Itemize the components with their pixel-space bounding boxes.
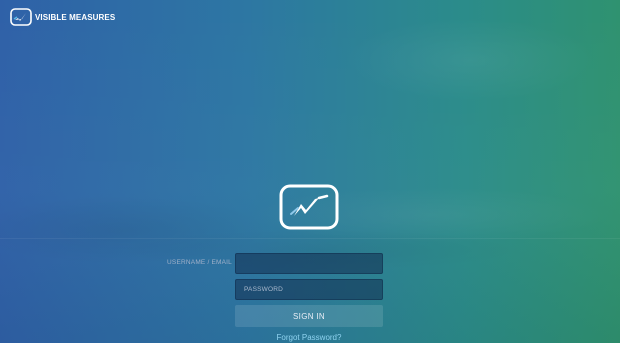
- forgot-password-link[interactable]: Forgot Password?: [235, 333, 383, 342]
- username-input[interactable]: [235, 253, 383, 274]
- brand-name: VISIBLE MEASURES: [35, 12, 116, 22]
- password-input[interactable]: [235, 279, 383, 300]
- brand-logo[interactable]: VISIBLE MEASURES: [10, 8, 115, 26]
- horizon-line: [0, 238, 620, 239]
- sign-in-button[interactable]: SIGN IN: [235, 305, 383, 327]
- center-logo-icon: [279, 184, 339, 230]
- username-label: USERNAME / EMAIL: [167, 259, 232, 266]
- checkmark-badge-icon: [10, 8, 32, 26]
